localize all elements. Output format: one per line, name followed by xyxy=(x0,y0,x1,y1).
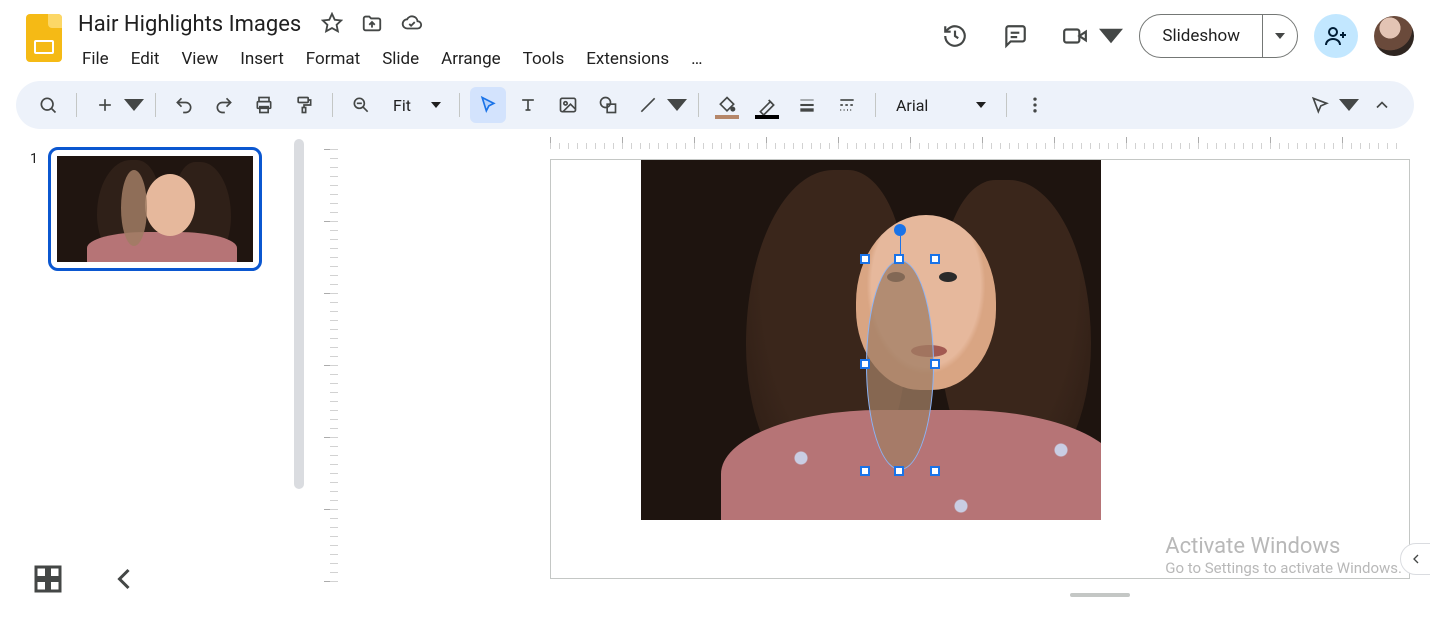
resize-handle-tr[interactable] xyxy=(930,254,940,264)
speaker-notes-resize-handle[interactable] xyxy=(1070,593,1130,597)
meet-dropdown[interactable] xyxy=(1099,14,1123,58)
fill-color-button[interactable] xyxy=(709,87,745,123)
slide-thumb-1[interactable] xyxy=(48,147,262,271)
insert-image-button[interactable] xyxy=(550,87,586,123)
menu-slide[interactable]: Slide xyxy=(372,45,429,73)
slide-thumb-number: 1 xyxy=(30,147,38,167)
collapse-filmstrip-button[interactable] xyxy=(106,561,142,597)
show-side-panel-button[interactable] xyxy=(1400,543,1430,575)
resize-handle-bm[interactable] xyxy=(894,466,904,476)
slideshow-button[interactable]: Slideshow xyxy=(1140,15,1262,57)
search-menus-button[interactable] xyxy=(30,87,66,123)
font-family-value: Arial xyxy=(896,96,928,115)
slideshow-button-group: Slideshow xyxy=(1139,14,1298,58)
slide-canvas[interactable] xyxy=(550,159,1410,579)
share-button[interactable] xyxy=(1314,14,1358,58)
resize-handle-mr[interactable] xyxy=(930,359,940,369)
menu-extensions[interactable]: Extensions xyxy=(576,45,679,73)
resize-handle-tm[interactable] xyxy=(894,254,904,264)
meet-icon[interactable] xyxy=(1053,14,1097,58)
comments-icon[interactable] xyxy=(993,14,1037,58)
rotation-handle[interactable] xyxy=(894,224,906,236)
header-bar: Hair Highlights Images File Edit View In… xyxy=(0,0,1430,81)
zoom-button[interactable] xyxy=(343,87,379,123)
border-weight-button[interactable] xyxy=(789,87,825,123)
menu-view[interactable]: View xyxy=(171,45,228,73)
slide-thumb-preview xyxy=(57,156,253,262)
menu-tools[interactable]: Tools xyxy=(513,45,575,73)
menu-arrange[interactable]: Arrange xyxy=(431,45,510,73)
menu-more[interactable]: … xyxy=(681,45,712,73)
paint-format-button[interactable] xyxy=(286,87,322,123)
slide-background-image[interactable] xyxy=(641,160,1101,520)
zoom-select[interactable]: Fit xyxy=(383,87,449,123)
menu-bar: File Edit View Insert Format Slide Arran… xyxy=(72,39,712,81)
font-family-select[interactable]: Arial xyxy=(886,87,996,123)
menu-file[interactable]: File xyxy=(72,45,119,73)
undo-button[interactable] xyxy=(166,87,202,123)
horizontal-ruler xyxy=(550,129,1400,149)
insert-shape-button[interactable] xyxy=(590,87,626,123)
resize-handle-ml[interactable] xyxy=(860,359,870,369)
toolbar: Fit xyxy=(16,81,1414,129)
main-area: 1 xyxy=(0,129,1430,605)
app-logo[interactable] xyxy=(16,8,72,62)
resize-handle-bl[interactable] xyxy=(860,466,870,476)
history-icon[interactable] xyxy=(933,14,977,58)
move-icon[interactable] xyxy=(361,12,383,38)
zoom-value: Fit xyxy=(393,96,411,115)
star-icon[interactable] xyxy=(321,12,343,38)
hide-menus-button[interactable] xyxy=(1364,87,1400,123)
cloud-status-icon[interactable] xyxy=(401,12,423,38)
border-color-button[interactable] xyxy=(749,87,785,123)
redo-button[interactable] xyxy=(206,87,242,123)
text-box-button[interactable] xyxy=(510,87,546,123)
new-slide-dropdown[interactable] xyxy=(123,87,145,123)
canvas-area[interactable]: Activate Windows Go to Settings to activ… xyxy=(310,129,1430,605)
insert-line-dropdown[interactable] xyxy=(666,87,688,123)
selected-ellipse-shape[interactable] xyxy=(866,260,934,470)
resize-handle-tl[interactable] xyxy=(860,254,870,264)
mode-button[interactable] xyxy=(1302,87,1338,123)
mode-dropdown[interactable] xyxy=(1338,87,1360,123)
border-dash-button[interactable] xyxy=(829,87,865,123)
document-title[interactable]: Hair Highlights Images xyxy=(72,10,307,39)
resize-handle-br[interactable] xyxy=(930,466,940,476)
insert-line-button[interactable] xyxy=(630,87,666,123)
menu-insert[interactable]: Insert xyxy=(230,45,294,73)
select-tool-button[interactable] xyxy=(470,87,506,123)
menu-edit[interactable]: Edit xyxy=(121,45,170,73)
vertical-ruler xyxy=(316,149,338,589)
filmstrip-scrollbar[interactable] xyxy=(294,139,304,489)
menu-format[interactable]: Format xyxy=(296,45,370,73)
print-button[interactable] xyxy=(246,87,282,123)
account-avatar[interactable] xyxy=(1374,16,1414,56)
new-slide-button[interactable] xyxy=(87,87,123,123)
more-tools-button[interactable] xyxy=(1017,87,1053,123)
grid-view-button[interactable] xyxy=(30,561,66,597)
slideshow-dropdown[interactable] xyxy=(1262,15,1297,57)
filmstrip-panel: 1 xyxy=(0,129,310,605)
